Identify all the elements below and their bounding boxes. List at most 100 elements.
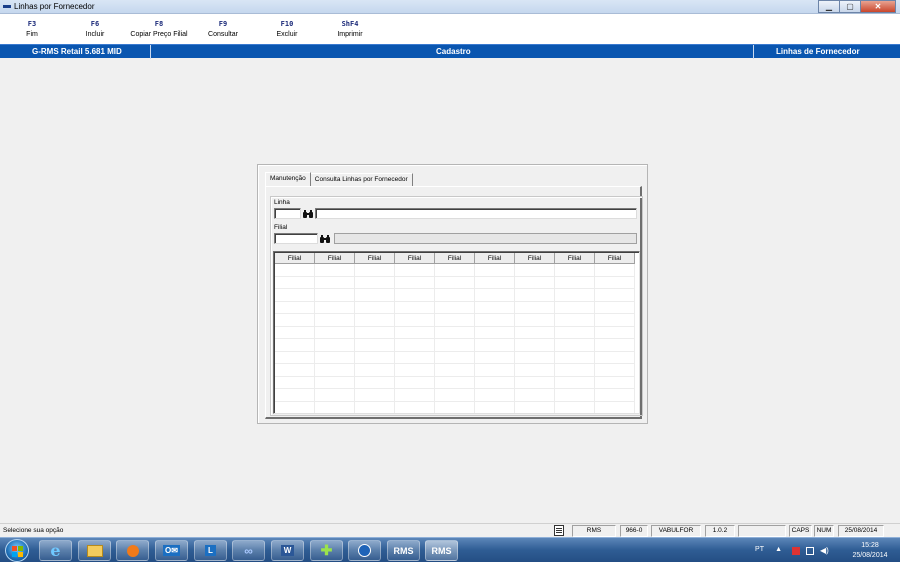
document-icon[interactable] <box>554 525 564 536</box>
table-row[interactable] <box>275 376 639 389</box>
table-cell[interactable] <box>435 351 475 364</box>
table-cell[interactable] <box>555 401 595 413</box>
table-row[interactable] <box>275 314 639 327</box>
table-cell[interactable] <box>275 276 315 289</box>
table-cell[interactable] <box>355 276 395 289</box>
table-cell[interactable] <box>275 301 315 314</box>
table-cell[interactable] <box>275 389 315 402</box>
table-cell[interactable] <box>435 301 475 314</box>
network-icon[interactable] <box>806 547 814 555</box>
table-cell[interactable] <box>475 376 515 389</box>
table-cell[interactable] <box>355 389 395 402</box>
table-cell[interactable] <box>395 276 435 289</box>
table-cell[interactable] <box>555 364 595 377</box>
word-icon[interactable]: W <box>271 540 304 561</box>
table-cell[interactable] <box>515 289 555 302</box>
filial-grid[interactable]: Filial Filial Filial Filial Filial Filial Fili… <box>273 251 640 414</box>
table-cell[interactable] <box>515 264 555 277</box>
table-row[interactable] <box>275 389 639 402</box>
rms-app-icon-active[interactable]: RMS <box>425 540 458 561</box>
table-cell[interactable] <box>475 264 515 277</box>
table-cell[interactable] <box>355 364 395 377</box>
table-cell[interactable] <box>595 276 635 289</box>
table-cell[interactable] <box>475 364 515 377</box>
grid-column-header[interactable]: Filial <box>555 253 595 264</box>
table-cell[interactable] <box>395 376 435 389</box>
table-cell[interactable] <box>595 351 635 364</box>
maximize-button[interactable]: ▢ <box>839 0 861 13</box>
table-cell[interactable] <box>515 401 555 413</box>
table-cell[interactable] <box>315 364 355 377</box>
table-cell[interactable] <box>595 364 635 377</box>
imprimir-button[interactable]: ShF4 Imprimir <box>337 20 362 40</box>
table-cell[interactable] <box>515 301 555 314</box>
table-cell[interactable] <box>435 289 475 302</box>
close-button[interactable]: ✕ <box>860 0 896 13</box>
file-explorer-icon[interactable] <box>78 540 111 561</box>
grid-column-header[interactable]: Filial <box>355 253 395 264</box>
language-indicator[interactable]: PT <box>755 546 764 553</box>
table-row[interactable] <box>275 276 639 289</box>
table-cell[interactable] <box>395 339 435 352</box>
table-cell[interactable] <box>515 364 555 377</box>
table-cell[interactable] <box>475 314 515 327</box>
table-cell[interactable] <box>275 401 315 413</box>
tab-consulta-linhas[interactable]: Consulta Linhas por Fornecedor <box>310 173 413 186</box>
media-player-icon[interactable] <box>116 540 149 561</box>
table-cell[interactable] <box>435 389 475 402</box>
volume-icon[interactable]: ◀) <box>820 547 829 555</box>
table-row[interactable] <box>275 289 639 302</box>
excluir-button[interactable]: F10 Excluir <box>276 20 297 40</box>
rms-app-icon[interactable]: RMS <box>387 540 420 561</box>
table-cell[interactable] <box>555 339 595 352</box>
table-cell[interactable] <box>315 314 355 327</box>
table-cell[interactable] <box>555 301 595 314</box>
table-cell[interactable] <box>355 376 395 389</box>
table-cell[interactable] <box>515 389 555 402</box>
table-row[interactable] <box>275 364 639 377</box>
table-cell[interactable] <box>395 389 435 402</box>
action-center-icon[interactable] <box>792 547 800 555</box>
linha-code-input[interactable] <box>274 208 301 219</box>
table-cell[interactable] <box>315 389 355 402</box>
table-cell[interactable] <box>595 376 635 389</box>
table-cell[interactable] <box>595 326 635 339</box>
table-cell[interactable] <box>355 326 395 339</box>
table-cell[interactable] <box>315 326 355 339</box>
internet-explorer-icon[interactable]: e <box>39 540 72 561</box>
table-cell[interactable] <box>515 314 555 327</box>
table-cell[interactable] <box>355 301 395 314</box>
tab-manutencao[interactable]: Manutenção <box>265 172 311 186</box>
table-cell[interactable] <box>355 351 395 364</box>
grid-column-header[interactable]: Filial <box>515 253 555 264</box>
table-cell[interactable] <box>475 351 515 364</box>
grid-column-header[interactable]: Filial <box>475 253 515 264</box>
table-cell[interactable] <box>275 351 315 364</box>
clock[interactable]: 15:28 25/08/2014 <box>848 541 892 561</box>
table-cell[interactable] <box>595 339 635 352</box>
table-cell[interactable] <box>515 339 555 352</box>
table-cell[interactable] <box>435 276 475 289</box>
copiar-preco-filial-button[interactable]: F8 Copiar Preço Filial <box>130 20 187 40</box>
fim-button[interactable]: F3 Fim <box>26 20 38 40</box>
table-cell[interactable] <box>435 264 475 277</box>
table-cell[interactable] <box>595 289 635 302</box>
table-cell[interactable] <box>315 289 355 302</box>
table-cell[interactable] <box>395 351 435 364</box>
table-cell[interactable] <box>395 401 435 413</box>
table-cell[interactable] <box>355 314 395 327</box>
table-cell[interactable] <box>475 339 515 352</box>
table-cell[interactable] <box>275 339 315 352</box>
table-cell[interactable] <box>555 376 595 389</box>
table-row[interactable] <box>275 339 639 352</box>
table-cell[interactable] <box>555 264 595 277</box>
table-cell[interactable] <box>355 264 395 277</box>
table-cell[interactable] <box>435 314 475 327</box>
table-cell[interactable] <box>555 351 595 364</box>
table-cell[interactable] <box>395 301 435 314</box>
table-cell[interactable] <box>275 289 315 302</box>
table-cell[interactable] <box>275 376 315 389</box>
table-cell[interactable] <box>395 314 435 327</box>
table-cell[interactable] <box>555 276 595 289</box>
table-cell[interactable] <box>595 301 635 314</box>
